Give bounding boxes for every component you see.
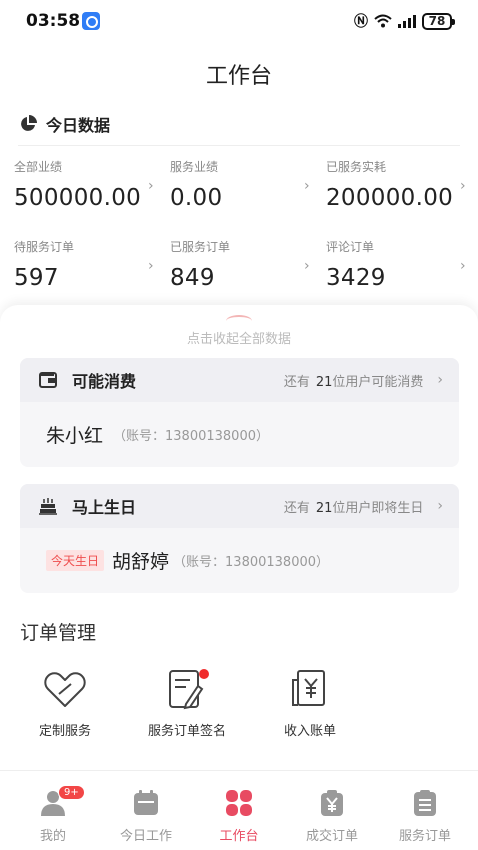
birthday-header[interactable]: 马上生日 还有 21位用户即将生日 ›	[20, 484, 459, 528]
chevron-right-icon[interactable]: ›	[437, 372, 443, 388]
collapse-handle-icon[interactable]	[226, 315, 252, 327]
chevron-right-icon[interactable]: ›	[148, 258, 154, 274]
tab-deal-orders[interactable]: 成交订单	[287, 789, 377, 844]
tab-label: 我的	[39, 829, 66, 844]
cake-icon	[39, 498, 57, 515]
person-account: （账号：13800138000）	[113, 429, 269, 444]
tab-label: 今日工作	[119, 829, 172, 844]
note-suffix: 位用户可能消费	[332, 374, 424, 390]
heart-tag-icon	[44, 672, 86, 707]
note-count: 21	[315, 374, 333, 390]
birthday-title: 马上生日	[72, 498, 137, 517]
chevron-right-icon[interactable]: ›	[148, 178, 154, 194]
tab-label: 成交订单	[305, 829, 358, 844]
stat-label: 已服务订单	[170, 240, 231, 254]
calendar-icon	[134, 790, 158, 815]
chevron-right-icon[interactable]: ›	[437, 498, 443, 514]
birthday-person[interactable]: 今天生日 胡舒婷 （账号：13800138000）	[20, 528, 459, 593]
notification-app-icon	[82, 12, 100, 30]
stat-value: 200000.00	[326, 185, 454, 211]
chevron-right-icon[interactable]: ›	[304, 178, 310, 194]
page-title: 工作台	[205, 64, 272, 89]
signal-icon	[398, 14, 416, 28]
tab-mine[interactable]: 9+ 我的	[8, 785, 98, 844]
order-label: 服务订单签名	[147, 724, 226, 739]
yuan-bag-icon	[321, 790, 343, 816]
tab-service-orders[interactable]: 服务订单	[380, 789, 470, 844]
stat-label: 全部业绩	[14, 160, 63, 174]
chevron-right-icon[interactable]: ›	[304, 258, 310, 274]
today-data-title: 今日数据	[46, 116, 111, 135]
today-data-header: 今日数据	[18, 112, 110, 136]
grid-icon	[226, 790, 252, 816]
custom-service-button[interactable]: 定制服务	[0, 668, 130, 739]
stat-label: 评论订单	[326, 240, 375, 254]
collapse-data-button[interactable]: 点击收起全部数据	[0, 328, 478, 347]
tab-today-work[interactable]: 今日工作	[101, 789, 191, 844]
chevron-right-icon[interactable]: ›	[460, 178, 466, 194]
clipboard-icon	[414, 790, 436, 816]
birthday-note: 还有 21位用户即将生日	[284, 497, 424, 516]
status-time: 03:58	[26, 11, 81, 31]
chevron-right-icon[interactable]: ›	[460, 258, 466, 274]
order-label: 收入账单	[283, 724, 336, 739]
stat-review-orders[interactable]: 评论订单 3429	[326, 238, 476, 291]
birthday-today-badge: 今天生日	[46, 550, 105, 571]
status-bar: 03:58 Ⓝ 78	[0, 0, 478, 44]
note-suffix: 位用户即将生日	[332, 500, 424, 516]
stat-label: 已服务实耗	[326, 160, 387, 174]
pie-chart-icon	[21, 115, 37, 131]
note-prefix: 还有	[283, 374, 310, 390]
possible-consumption-title: 可能消费	[72, 372, 137, 391]
stat-served-orders[interactable]: 已服务订单 849	[170, 238, 320, 291]
notification-badge: 9+	[58, 785, 85, 800]
tab-label: 服务订单	[398, 829, 451, 844]
stat-pending-orders[interactable]: 待服务订单 597	[14, 238, 164, 291]
note-count: 21	[315, 500, 333, 516]
stat-value: 3429	[326, 265, 386, 291]
person-name: 朱小红	[46, 425, 104, 447]
possible-consumption-person[interactable]: 朱小红 （账号：13800138000）	[20, 402, 459, 467]
tab-label: 工作台	[219, 829, 259, 844]
income-bill-button[interactable]: 收入账单	[245, 668, 375, 739]
income-bill-icon	[292, 670, 325, 706]
note-prefix: 还有	[283, 500, 310, 516]
battery-indicator: 78	[422, 12, 455, 30]
stat-total-performance[interactable]: 全部业绩 500000.00	[14, 158, 164, 211]
person-name: 胡舒婷	[112, 551, 170, 573]
stat-value: 597	[14, 265, 59, 291]
service-order-sign-button[interactable]: 服务订单签名	[122, 668, 252, 739]
stat-service-performance[interactable]: 服务业绩 0.00	[170, 158, 320, 211]
bottom-tab-bar: 9+ 我的 今日工作 工作台 成交订单 服务订单	[0, 770, 478, 850]
status-indicators: Ⓝ 78	[354, 11, 455, 31]
possible-consumption-card: 可能消费 还有 21位用户可能消费 › 朱小红 （账号：13800138000）	[20, 358, 459, 467]
divider	[18, 145, 460, 146]
stat-label: 待服务订单	[14, 240, 75, 254]
person-account: （账号：13800138000）	[173, 555, 330, 570]
sign-document-icon	[169, 669, 209, 710]
wallet-icon	[39, 372, 57, 388]
order-management-title: 订单管理	[20, 622, 97, 644]
stat-label: 服务业绩	[170, 160, 219, 174]
wifi-icon	[374, 14, 392, 28]
tab-workbench[interactable]: 工作台	[194, 789, 284, 844]
possible-consumption-header[interactable]: 可能消费 还有 21位用户可能消费 ›	[20, 358, 459, 402]
stat-value: 500000.00	[14, 185, 142, 211]
order-label: 定制服务	[38, 724, 91, 739]
stat-value: 0.00	[170, 185, 223, 211]
nfc-icon: Ⓝ	[354, 14, 368, 30]
stat-served-consumption[interactable]: 已服务实耗 200000.00	[326, 158, 476, 211]
birthday-card: 马上生日 还有 21位用户即将生日 › 今天生日 胡舒婷 （账号：13800138…	[20, 484, 459, 593]
possible-consumption-note: 还有 21位用户可能消费	[284, 371, 424, 390]
stat-value: 849	[170, 265, 215, 291]
